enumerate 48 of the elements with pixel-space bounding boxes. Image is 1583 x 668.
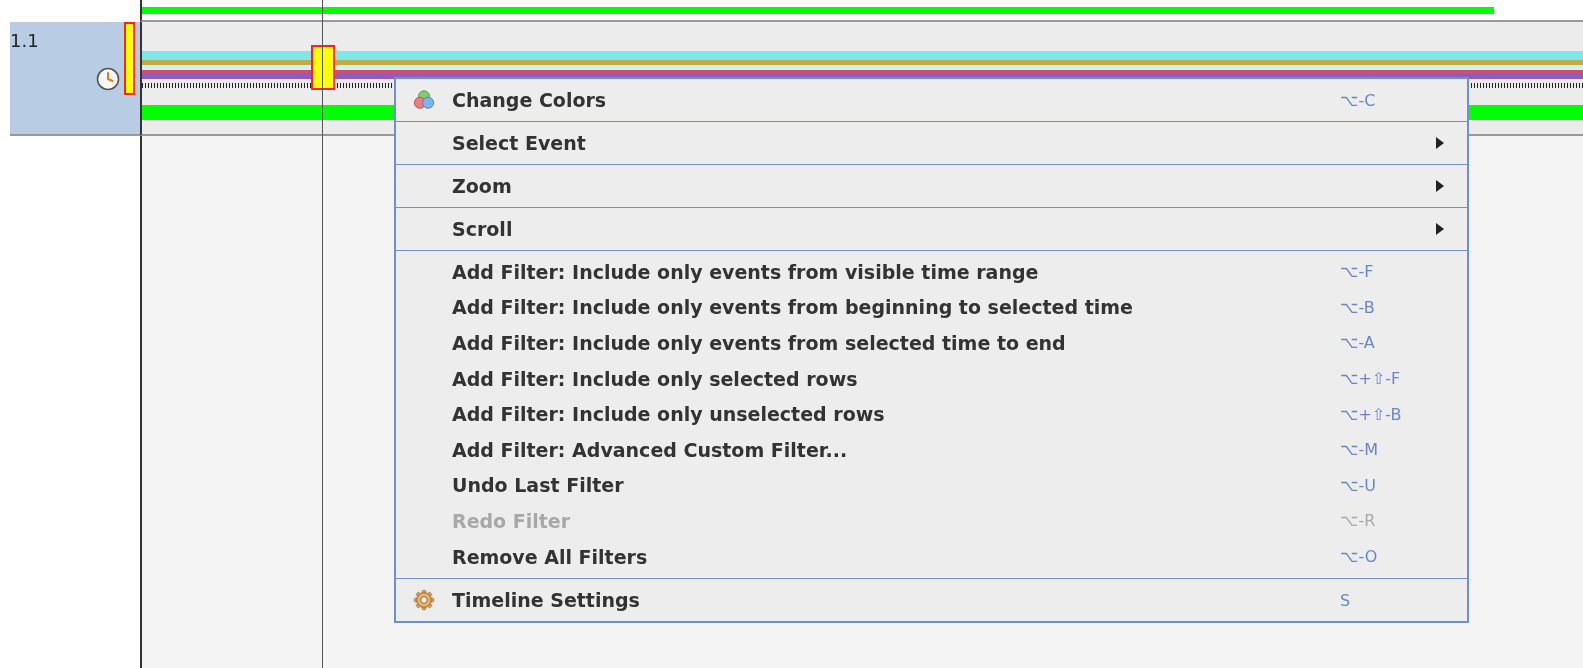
shortcut-label: ⌥+⇧-B xyxy=(1340,404,1402,424)
menu-item-label: Undo Last Filter xyxy=(452,474,624,497)
row-header[interactable]: 1.1 xyxy=(10,22,140,136)
menu-item[interactable]: Scroll xyxy=(396,208,1467,250)
shortcut-label: ⌥-R xyxy=(1340,511,1376,531)
menu-item[interactable]: Add Filter: Include only events from visible time range ⌥-F xyxy=(396,254,1467,290)
menu-item[interactable]: Undo Last Filter ⌥-U xyxy=(396,467,1467,504)
shortcut-label: ⌥-U xyxy=(1340,475,1376,495)
menu-item-label: Add Filter: Include only selected rows xyxy=(452,367,858,390)
menu-item-label: Add Filter: Include only events from beginning to selected time xyxy=(452,296,1133,319)
menu-item-label: Scroll xyxy=(452,218,513,240)
shortcut-label: ⌥-A xyxy=(1340,333,1375,353)
color-circles-icon xyxy=(413,89,435,111)
menu-item-label: Redo Filter xyxy=(452,509,571,532)
menu-item[interactable]: Select Event xyxy=(396,122,1467,164)
shortcut-label: ⌥-B xyxy=(1340,297,1375,317)
shortcut-label: ⌥-F xyxy=(1340,262,1374,282)
submenu-arrow-icon xyxy=(1436,137,1444,149)
menu-item[interactable]: Change Colors ⌥-C xyxy=(396,79,1467,121)
menu-item[interactable]: Add Filter: Include only unselected rows ⌥+⇧-B xyxy=(396,396,1467,432)
shortcut-label: ⌥-M xyxy=(1340,440,1378,460)
menu-item[interactable]: Zoom xyxy=(396,165,1467,207)
menu-item-label: Add Filter: Advanced Custom Filter... xyxy=(452,438,848,461)
menu-item[interactable]: Remove All Filters ⌥-O xyxy=(396,538,1467,575)
clock-icon xyxy=(96,67,120,91)
menu-item-label: Remove All Filters xyxy=(452,545,648,568)
shortcut-label: ⌥-C xyxy=(1340,90,1376,110)
submenu-arrow-icon xyxy=(1436,223,1444,235)
menu-item[interactable]: Add Filter: Include only events from selected time to end ⌥-A xyxy=(396,325,1467,361)
shortcut-label: S xyxy=(1340,590,1351,610)
selection-marker[interactable] xyxy=(124,22,135,95)
shortcut-label: ⌥+⇧-F xyxy=(1340,369,1401,389)
menu-item[interactable]: Add Filter: Include only selected rows ⌥+⇧-F xyxy=(396,360,1467,397)
menu-item[interactable]: Add Filter: Include only events from beginning to selected time ⌥-B xyxy=(396,289,1467,326)
gear-icon xyxy=(413,589,435,612)
menu-item-label: Select Event xyxy=(452,132,586,154)
menu-item-label: Timeline Settings xyxy=(452,589,640,612)
menu-item-label: Add Filter: Include only events from selected time to end xyxy=(452,332,1066,354)
menu-item-label: Add Filter: Include only events from visible time range xyxy=(452,260,1039,283)
submenu-arrow-icon xyxy=(1436,180,1444,192)
menu-item-label: Add Filter: Include only unselected rows xyxy=(452,403,885,426)
menu-item[interactable]: Timeline Settings S xyxy=(396,579,1467,622)
selection-marker[interactable] xyxy=(311,45,335,90)
menu-item-label: Change Colors xyxy=(452,89,607,111)
shortcut-label: ⌥-O xyxy=(1340,547,1378,567)
menu-item[interactable]: Add Filter: Advanced Custom Filter... ⌥-M xyxy=(396,431,1467,468)
menu-item-label: Zoom xyxy=(452,175,512,197)
row-label: 1.1 xyxy=(10,30,39,51)
